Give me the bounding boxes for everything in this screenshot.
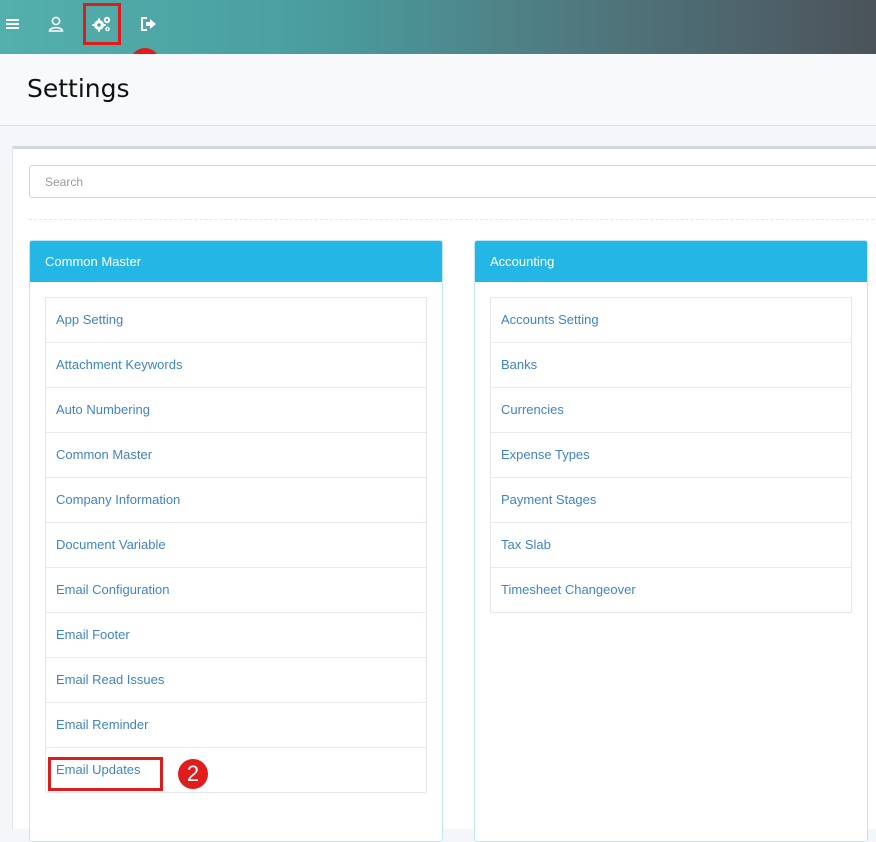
list-item-app-setting[interactable]: App Setting xyxy=(46,298,426,343)
panel-common-master: Common Master App Setting Attachment Key… xyxy=(29,240,443,842)
panel-accounting: Accounting Accounts Setting Banks Curren… xyxy=(474,240,868,842)
list-item-currencies[interactable]: Currencies xyxy=(491,388,851,433)
search-input[interactable] xyxy=(29,165,876,198)
list-item-attachment-keywords[interactable]: Attachment Keywords xyxy=(46,343,426,388)
step-badge-2: 2 xyxy=(178,759,208,789)
list-item-common-master[interactable]: Common Master xyxy=(46,433,426,478)
logout-icon[interactable] xyxy=(136,0,162,48)
list-item-email-configuration[interactable]: Email Configuration xyxy=(46,568,426,613)
list-item-accounts-setting[interactable]: Accounts Setting xyxy=(491,298,851,343)
list-item-email-footer[interactable]: Email Footer xyxy=(46,613,426,658)
page-header: Settings xyxy=(0,54,876,126)
list-item-email-read-issues[interactable]: Email Read Issues xyxy=(46,658,426,703)
user-icon[interactable] xyxy=(42,0,70,48)
list-item-expense-types[interactable]: Expense Types xyxy=(491,433,851,478)
list-item-banks[interactable]: Banks xyxy=(491,343,851,388)
menu-icon[interactable] xyxy=(0,0,26,48)
list-item-timesheet-changeover[interactable]: Timesheet Changeover xyxy=(491,568,851,612)
list-item-email-reminder[interactable]: Email Reminder xyxy=(46,703,426,748)
settings-list: App Setting Attachment Keywords Auto Num… xyxy=(45,297,427,793)
highlight-box-email-updates xyxy=(48,757,163,791)
list-item-auto-numbering[interactable]: Auto Numbering xyxy=(46,388,426,433)
top-navbar xyxy=(0,0,876,54)
panel-title: Common Master xyxy=(30,241,442,282)
divider xyxy=(29,219,876,220)
list-item-payment-stages[interactable]: Payment Stages xyxy=(491,478,851,523)
settings-content: Common Master App Setting Attachment Key… xyxy=(12,146,876,842)
panel-title: Accounting xyxy=(475,241,867,282)
list-item-document-variable[interactable]: Document Variable xyxy=(46,523,426,568)
highlight-box-settings xyxy=(83,3,121,45)
list-item-tax-slab[interactable]: Tax Slab xyxy=(491,523,851,568)
settings-list: Accounts Setting Banks Currencies Expens… xyxy=(490,297,852,613)
list-item-company-information[interactable]: Company Information xyxy=(46,478,426,523)
page-title: Settings xyxy=(27,74,130,103)
